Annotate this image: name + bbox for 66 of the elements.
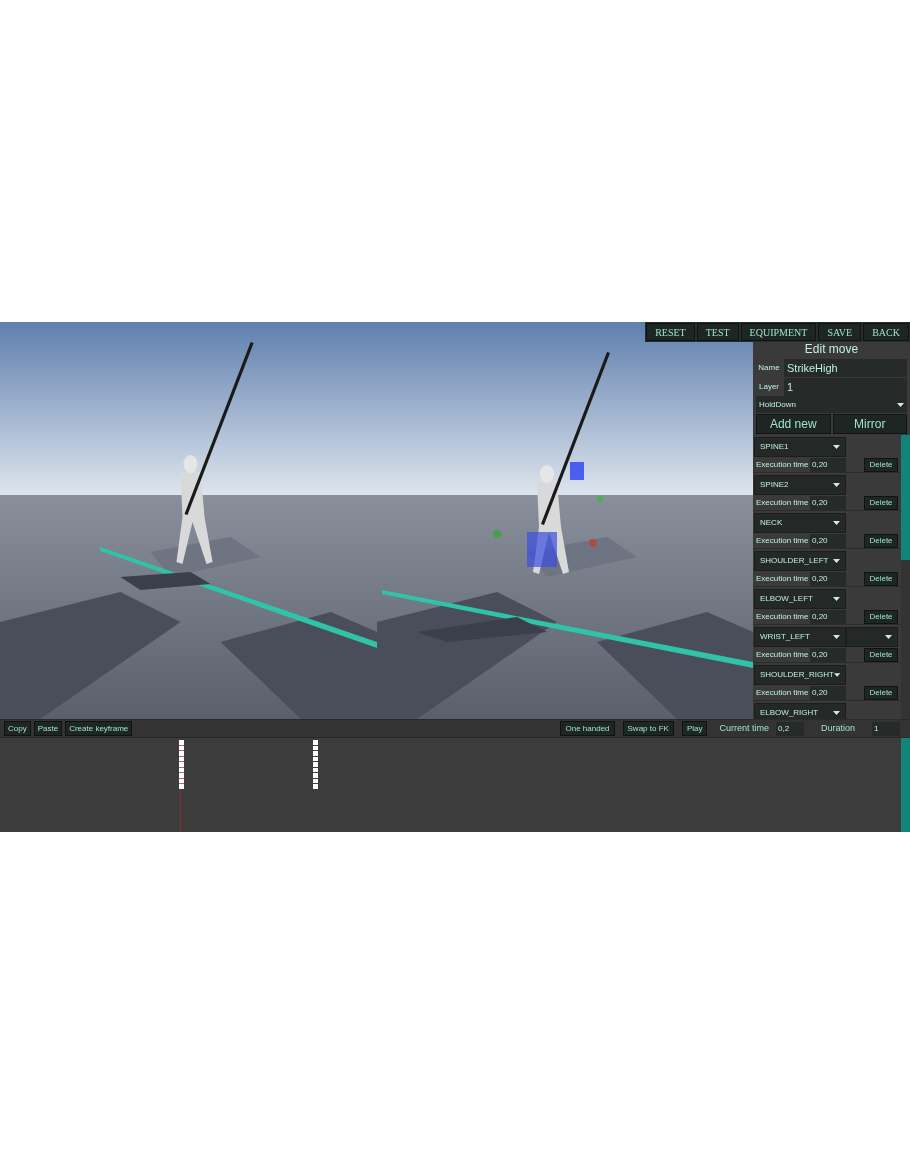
bone-dropdown[interactable]: SHOULDER_LEFT — [754, 551, 846, 571]
layer-field[interactable]: 1 — [784, 377, 907, 396]
field-label: Execution time — [755, 535, 810, 547]
caret-icon — [833, 635, 840, 639]
time-field[interactable]: 0,20 — [810, 572, 846, 586]
bone-dropdown[interactable]: SPINE2 — [754, 475, 846, 495]
panel-title: Edit move — [803, 341, 860, 358]
delete-button[interactable]: Delete — [864, 648, 898, 662]
bone-dropdown[interactable]: WRIST_LEFT — [754, 627, 846, 647]
toolbar-button[interactable]: RESET — [646, 323, 695, 341]
bone-dropdown[interactable]: ELBOW_RIGHT — [754, 703, 846, 719]
keyframe-column[interactable] — [313, 740, 318, 789]
caret-icon — [897, 402, 904, 407]
name-field[interactable]: StrikeHigh — [784, 358, 907, 377]
add-new-button[interactable]: Add new — [756, 414, 831, 434]
toolbar-button[interactable]: One handed — [560, 721, 615, 736]
mode-dropdown[interactable]: HoldDown — [756, 396, 907, 413]
time-field[interactable]: 0,20 — [810, 686, 846, 700]
toolbar-button[interactable]: TEST — [696, 323, 739, 341]
bone-dropdown[interactable]: SHOULDER_RIGHT — [754, 665, 846, 685]
current-time-label: Current time — [718, 721, 770, 735]
dropdown[interactable] — [846, 627, 898, 647]
field-label: Name — [757, 361, 781, 374]
time-field[interactable]: 0,20 — [810, 458, 846, 472]
field-label: Execution time — [755, 649, 810, 661]
toolbar-button[interactable]: Paste — [33, 721, 63, 736]
caret-icon — [833, 445, 840, 449]
scrollbar[interactable] — [901, 738, 910, 832]
scrollbar[interactable] — [901, 435, 910, 719]
toolbar-button[interactable]: SAVE — [818, 323, 862, 341]
duration-field[interactable]: 1 — [872, 721, 900, 736]
field-label: Layer — [758, 380, 780, 393]
delete-button[interactable]: Delete — [864, 496, 898, 510]
caret-icon — [833, 673, 840, 677]
caret-icon — [833, 597, 840, 601]
caret-icon — [833, 483, 840, 487]
caret-icon — [833, 521, 840, 525]
field-label: Execution time — [755, 573, 810, 585]
time-field[interactable]: 0,20 — [810, 496, 846, 510]
delete-button[interactable]: Delete — [864, 458, 898, 472]
delete-button[interactable]: Delete — [864, 572, 898, 586]
current-time-field[interactable]: 0,2 — [775, 721, 804, 736]
delete-button[interactable]: Delete — [864, 534, 898, 548]
time-field[interactable]: 0,20 — [810, 610, 846, 624]
toolbar-button[interactable]: Swap to FK — [622, 721, 674, 736]
field-label: Execution time — [755, 687, 810, 699]
delete-button[interactable]: Delete — [864, 610, 898, 624]
mirror-button[interactable]: Mirror — [832, 414, 907, 434]
time-field[interactable]: 0,20 — [810, 648, 846, 662]
duration-label: Duration — [819, 721, 856, 735]
bone-dropdown[interactable]: ELBOW_LEFT — [754, 589, 846, 609]
toolbar-button[interactable]: BACK — [863, 323, 909, 341]
field-label: Execution time — [755, 497, 810, 509]
time-field[interactable]: 0,20 — [810, 534, 846, 548]
caret-icon — [833, 711, 840, 715]
toolbar-button[interactable]: Play — [681, 721, 708, 736]
caret-icon — [833, 559, 840, 563]
bone-dropdown[interactable]: NECK — [754, 513, 846, 533]
toolbar-button[interactable]: EQUIPMENT — [740, 323, 817, 341]
caret-icon — [885, 635, 892, 639]
field-label: Execution time — [755, 459, 810, 471]
toolbar-button[interactable]: Copy — [4, 721, 31, 736]
delete-button[interactable]: Delete — [864, 686, 898, 700]
toolbar-button[interactable]: Create keyframe — [65, 721, 133, 736]
field-label: Execution time — [755, 611, 810, 623]
bone-dropdown[interactable]: SPINE1 — [754, 437, 846, 457]
